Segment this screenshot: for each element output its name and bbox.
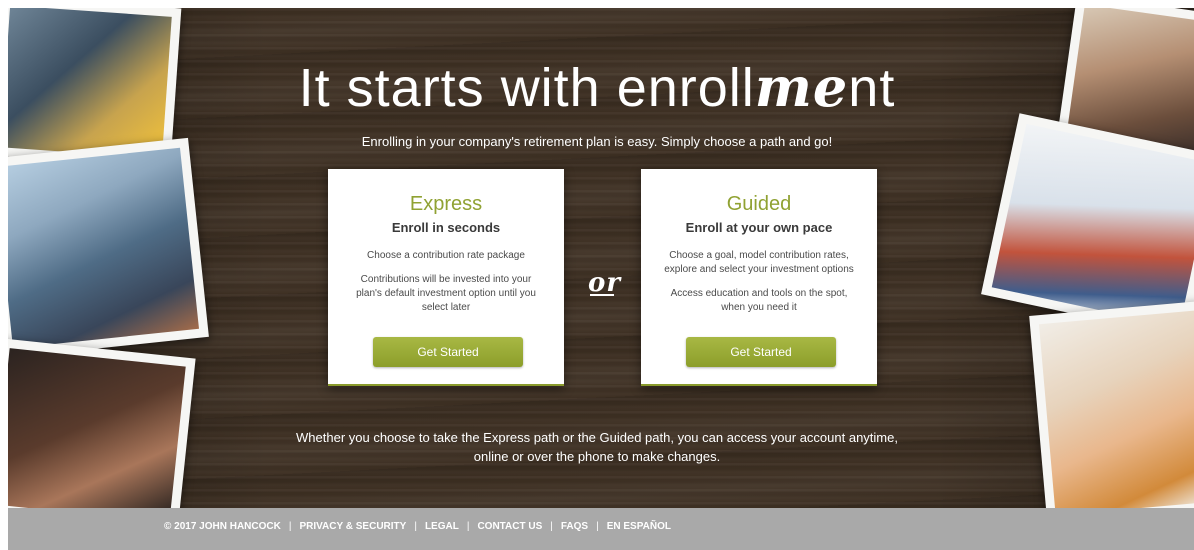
footer-separator: |: [550, 521, 553, 532]
page-subtitle: Enrolling in your company's retirement p…: [361, 134, 833, 149]
footer-link-legal[interactable]: LEGAL: [425, 521, 459, 532]
bottom-info-text: Whether you choose to take the Express p…: [290, 428, 904, 466]
headline-prefix: It starts with enroll: [298, 58, 755, 118]
guided-desc-1: Choose a goal, model contribution rates,…: [664, 250, 854, 275]
page-title: It starts with enrollment: [0, 55, 1194, 119]
photo-family-barbecue-image: [8, 147, 199, 349]
footer-copyright: © 2017 JOHN HANCOCK: [164, 521, 281, 532]
express-desc-1: Choose a contribution rate package: [367, 250, 525, 261]
or-underline: [590, 294, 614, 296]
bottom-info-line-2: online or over the phone to make changes…: [473, 449, 721, 464]
footer-separator: |: [414, 521, 417, 532]
footer-separator: |: [288, 521, 292, 532]
footer-link-contact[interactable]: CONTACT US: [477, 521, 542, 532]
headline-suffix: nt: [848, 58, 896, 118]
bottom-info-line-1: Whether you choose to take the Express p…: [296, 430, 898, 445]
headline-me: me: [754, 55, 849, 119]
photo-baby-eating-image: [1038, 310, 1194, 508]
footer-link-faqs[interactable]: FAQS: [561, 521, 588, 532]
footer: © 2017 JOHN HANCOCK | PRIVACY & SECURITY | L…: [8, 508, 1194, 550]
footer-separator: |: [466, 521, 470, 532]
express-title: Express: [409, 193, 483, 215]
enrollment-page: It starts with enrollment Enrolling in y…: [0, 0, 1194, 550]
photo-family-barbecue: [8, 137, 209, 359]
guided-card: Guided Enroll at your own pace Choose a …: [641, 169, 877, 386]
photo-kids-snow-image: [991, 123, 1194, 328]
footer-link-privacy[interactable]: PRIVACY & SECURITY: [299, 521, 406, 532]
photo-couple-smiling-image: [8, 348, 186, 508]
express-get-started-button[interactable]: Get Started: [373, 337, 523, 367]
footer-links: © 2017 JOHN HANCOCK | PRIVACY & SECURITY | L…: [164, 521, 671, 532]
express-card: Express Enroll in seconds Choose a contr…: [328, 169, 564, 386]
photo-baby-eating: [1029, 300, 1194, 508]
guided-title: Guided: [726, 193, 792, 215]
express-subtitle: Enroll in seconds: [391, 220, 501, 235]
footer-separator: |: [596, 521, 599, 532]
guided-subtitle: Enroll at your own pace: [685, 220, 833, 235]
guided-get-started-button[interactable]: Get Started: [686, 337, 836, 367]
footer-link-espanol[interactable]: EN ESPAÑOL: [607, 521, 671, 532]
guided-desc-2: Access education and tools on the spot, …: [670, 288, 848, 313]
express-desc-2: Contributions will be invested into your…: [356, 274, 536, 313]
photo-couple-smiling: [8, 338, 196, 508]
